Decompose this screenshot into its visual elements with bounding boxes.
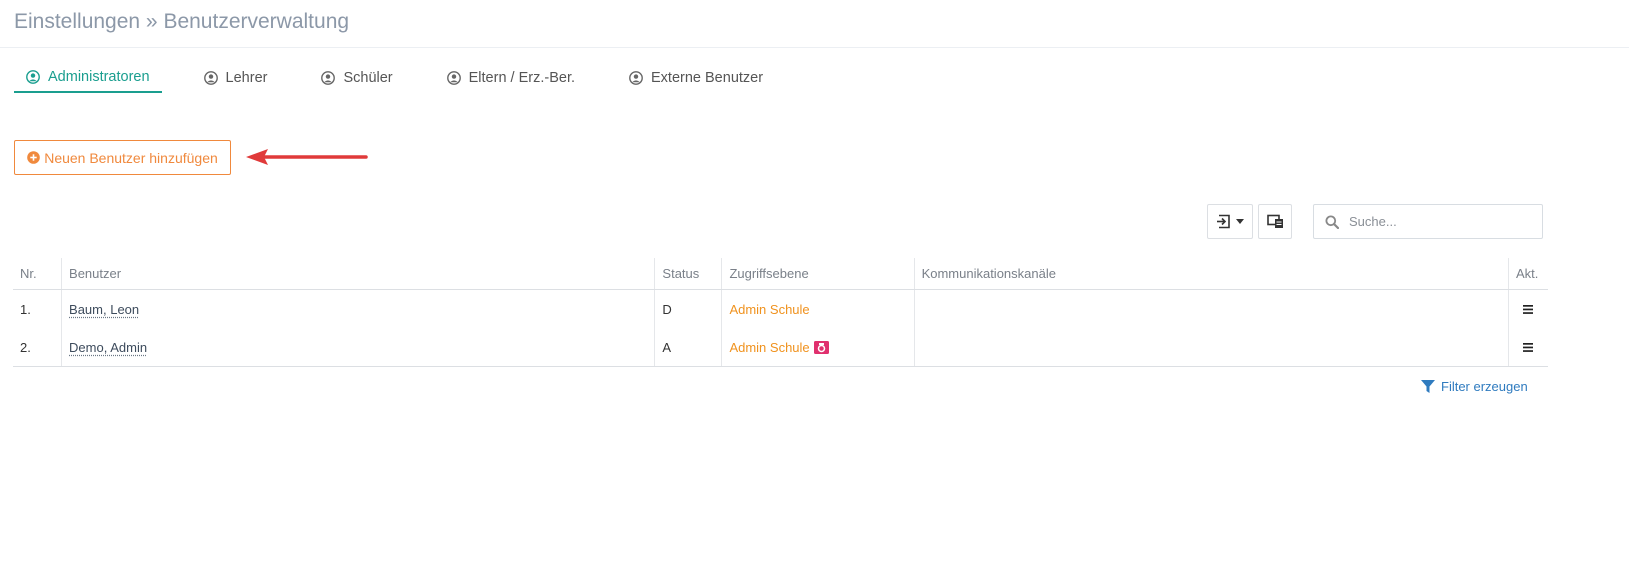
row-menu-icon[interactable] xyxy=(1516,342,1541,352)
tab-lehrer[interactable]: Lehrer xyxy=(192,62,280,93)
caret-down-icon xyxy=(1236,219,1244,224)
row-menu-icon[interactable] xyxy=(1516,304,1541,314)
tab-label: Schüler xyxy=(343,69,393,86)
column-header-aktionen: Akt. xyxy=(1507,258,1548,290)
add-user-label: Neuen Benutzer hinzufügen xyxy=(44,149,218,166)
tab-label: Lehrer xyxy=(225,69,268,86)
user-circle-icon xyxy=(629,70,643,85)
annotation-arrow-icon xyxy=(246,149,368,165)
user-circle-icon xyxy=(321,70,336,85)
export-dropdown-button[interactable] xyxy=(1207,204,1253,239)
column-header-status[interactable]: Status xyxy=(654,258,722,290)
channels-cell xyxy=(913,328,1509,367)
camera-icon xyxy=(813,340,829,354)
columns-toggle-icon xyxy=(1266,214,1284,229)
user-circle-icon xyxy=(203,70,218,85)
column-header-kommunikationskanaele: Kommunikationskanäle xyxy=(913,258,1509,290)
column-header-nr: Nr. xyxy=(13,258,62,290)
column-header-zugriffsebene[interactable]: Zugriffsebene xyxy=(721,258,915,290)
tab-label: Eltern / Erz.-Ber. xyxy=(468,69,576,86)
create-filter-link[interactable]: Filter erzeugen xyxy=(1421,379,1528,394)
export-icon xyxy=(1216,214,1231,229)
user-name-link[interactable]: Demo, Admin xyxy=(69,340,147,355)
tab-schueler[interactable]: Schüler xyxy=(309,62,404,93)
plus-circle-icon xyxy=(27,151,41,164)
row-number: 1. xyxy=(20,301,31,317)
user-type-tabs: Administratoren Lehrer Schüler Eltern / … xyxy=(14,62,805,98)
tab-eltern[interactable]: Eltern / Erz.-Ber. xyxy=(435,62,587,93)
status-value: D xyxy=(654,289,722,328)
search-field[interactable] xyxy=(1313,204,1543,239)
table-row: 1. Baum, Leon D Admin Schule xyxy=(13,289,1548,328)
search-input[interactable] xyxy=(1347,213,1531,230)
user-name-link[interactable]: Baum, Leon xyxy=(69,302,139,317)
access-level: Admin Schule xyxy=(729,339,810,355)
status-value: A xyxy=(654,328,722,367)
channels-cell xyxy=(913,289,1509,328)
search-icon xyxy=(1325,215,1339,229)
tab-label: Externe Benutzer xyxy=(651,69,764,86)
add-user-button[interactable]: Neuen Benutzer hinzufügen xyxy=(14,140,231,175)
columns-toggle-button[interactable] xyxy=(1258,204,1292,239)
users-table: Nr. Benutzer Status Zugriffsebene Kommun… xyxy=(13,258,1548,367)
access-level: Admin Schule xyxy=(729,301,810,317)
table-row: 2. Demo, Admin A Admin Schule xyxy=(13,328,1548,367)
tab-label: Administratoren xyxy=(48,68,150,85)
row-number: 2. xyxy=(13,328,62,367)
tab-administratoren[interactable]: Administratoren xyxy=(14,62,162,93)
tab-externe-benutzer[interactable]: Externe Benutzer xyxy=(617,62,775,93)
funnel-icon xyxy=(1421,379,1435,394)
user-circle-icon xyxy=(26,69,40,84)
page-title: Einstellungen » Benutzerverwaltung xyxy=(14,10,350,33)
column-header-benutzer[interactable]: Benutzer xyxy=(61,258,655,290)
table-header-row: Nr. Benutzer Status Zugriffsebene Kommun… xyxy=(13,258,1548,290)
filter-label: Filter erzeugen xyxy=(1441,379,1528,394)
user-circle-icon xyxy=(446,70,461,85)
title-divider xyxy=(0,47,1629,48)
